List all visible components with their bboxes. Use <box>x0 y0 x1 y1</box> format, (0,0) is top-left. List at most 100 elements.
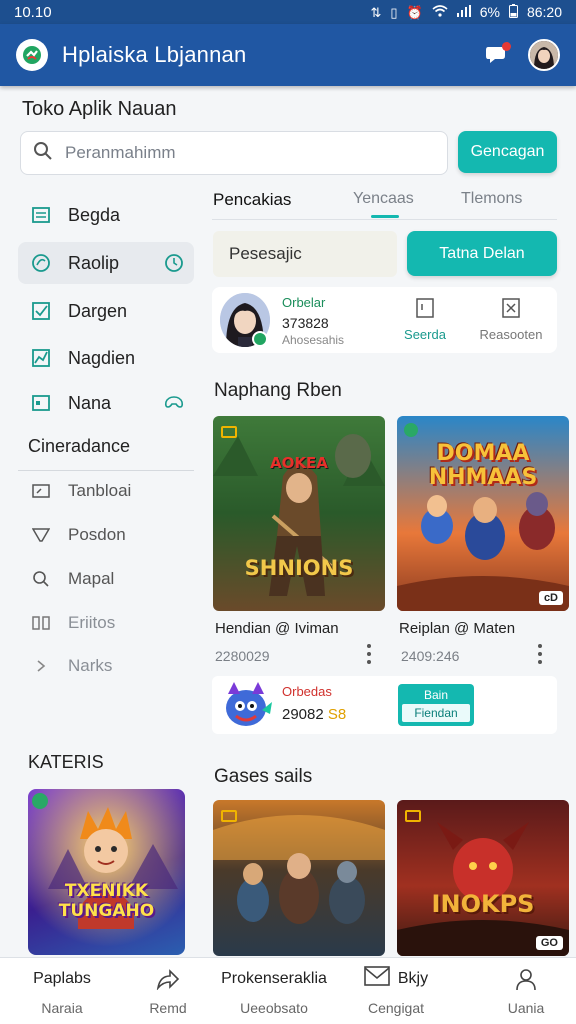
status-time: 10.10 <box>14 3 52 21</box>
clock-icon <box>164 253 184 278</box>
profile-action-reasooten[interactable]: Reasooten <box>471 297 551 342</box>
profile-action-seerda[interactable]: Seerda <box>385 297 465 342</box>
sidebar-item-nagdien[interactable]: Nagdien <box>18 337 194 379</box>
nav-item-remd[interactable]: Remd <box>138 958 198 1024</box>
game-art <box>213 434 385 596</box>
search-icon <box>30 568 52 590</box>
kateris-title: KATERIS <box>28 752 104 772</box>
tab-yencaas[interactable]: Yencaas <box>353 190 414 208</box>
chart-icon <box>30 347 52 369</box>
game-tag: cD <box>538 591 563 605</box>
sidebar-section-head: Cineradance <box>28 436 131 456</box>
game-art-title: INOKPS <box>431 890 535 918</box>
sidebar-sub-item[interactable]: Tanbloai <box>18 472 194 510</box>
avatar[interactable] <box>528 39 560 71</box>
nav-top-label: Prokenseraklia <box>221 969 327 987</box>
nav-item-ueeobsato[interactable]: Prokenseraklia Ueeobsato <box>212 958 336 1024</box>
search-button[interactable]: Gencagan <box>458 131 557 173</box>
game-art-bottom: SHNIONS <box>244 556 354 580</box>
game-badge-icon <box>221 426 237 438</box>
more-icon[interactable] <box>366 644 372 664</box>
tab-pencakias[interactable]: Pencakias <box>213 190 291 210</box>
category-card[interactable]: TXENIKK TUNGAHO <box>28 789 185 955</box>
nav-item-cengigat[interactable]: Bkjy Cengigat <box>356 958 436 1024</box>
game-card[interactable]: DOMAA NHMAAS cD <box>397 416 569 611</box>
checkbox-icon <box>30 300 52 322</box>
sidebar-item-label: Nagdien <box>68 347 136 368</box>
calendar-icon <box>30 392 52 414</box>
game-art <box>397 822 569 956</box>
close-box-icon <box>500 297 522 319</box>
game-card[interactable] <box>213 800 385 956</box>
sidebar-item-nana[interactable]: Nana <box>18 382 194 424</box>
monitor-icon <box>30 480 52 502</box>
signal-icon <box>456 5 471 19</box>
gamepad-icon <box>164 393 184 416</box>
sidebar-sub-item[interactable]: Posdon <box>18 516 194 554</box>
sidebar-sub-item[interactable]: Mapal <box>18 560 194 598</box>
game-card[interactable]: INOKPS GO <box>397 800 569 956</box>
nav-item-naraia[interactable]: Paplabs Naraia <box>30 958 94 1024</box>
mini-highlight: S8 <box>327 706 347 723</box>
mini-game-card[interactable]: Orbedas 29082 S8 Bain Fiendan <box>212 676 557 734</box>
page-title: Toko Aplik Nauan <box>22 98 177 120</box>
game-badge-icon <box>405 810 421 822</box>
sidebar-item-label: Nana <box>68 392 112 413</box>
sidebar-item-label: Dargen <box>68 300 128 321</box>
nav-label: Cengigat <box>367 999 425 1016</box>
nav-item-uania[interactable]: Uania <box>498 958 554 1024</box>
section-title: Gases sails <box>214 766 313 787</box>
tab-tlemons[interactable]: Tlemons <box>461 190 522 208</box>
sidebar-sub-label: Narks <box>68 656 113 675</box>
search-placeholder: Peranmahimm <box>65 143 176 162</box>
profile-name: Orbelar <box>282 295 326 310</box>
search-input[interactable]: Peranmahimm <box>20 131 448 175</box>
sync-icon: ⇅ <box>370 4 382 20</box>
game-art-top: DOMAA NHMAAS <box>428 441 538 490</box>
verified-icon <box>252 331 268 347</box>
nav-top-label: Bkjy <box>397 969 429 987</box>
sidebar-item-label: Raolip <box>68 252 120 273</box>
notification-dot <box>502 42 511 51</box>
mini-action-button[interactable]: Bain Fiendan <box>398 684 474 726</box>
profile-number: 373828 <box>282 315 329 331</box>
nav-label: Naraia <box>41 999 83 1016</box>
promo-button[interactable]: Tatna Delan <box>407 231 557 276</box>
chevron-right-icon <box>30 655 52 677</box>
chat-icon[interactable] <box>480 38 514 72</box>
app-logo-icon[interactable] <box>16 39 48 71</box>
section-title: Naphang Rben <box>214 380 342 401</box>
game-card[interactable]: AOKEA SHNIONS <box>213 416 385 611</box>
sidebar-item-label: Begda <box>68 204 121 225</box>
sidebar-sub-label: Tanbloai <box>68 481 132 500</box>
game-art <box>213 815 385 924</box>
profile-card[interactable]: Orbelar 373828 Ahosesahis Seerda Reasoot… <box>212 287 557 353</box>
profile-sub: Ahosesahis <box>282 333 345 347</box>
more-icon[interactable] <box>537 644 543 664</box>
wifi-icon <box>432 5 448 19</box>
status-clock: 86:20 <box>526 4 562 20</box>
tab-indicator <box>371 215 399 218</box>
app-title: Hplaiska Lbjannan <box>62 42 247 67</box>
profile-action-label: Seerda <box>404 327 446 342</box>
sidebar-item-dargen[interactable]: Dargen <box>18 290 194 332</box>
promo-input[interactable]: Pesesajic <box>213 231 397 277</box>
game-stat: 2280029 <box>215 648 270 664</box>
mail-icon <box>364 965 390 992</box>
alarm-icon: ⏰ <box>406 4 423 20</box>
tab-divider <box>212 219 557 220</box>
mini-number: 29082 S8 <box>282 706 346 723</box>
sidebar-item-begda[interactable]: Begda <box>18 194 194 236</box>
category-card-title: TXENIKK TUNGAHO <box>58 881 155 921</box>
share-icon <box>156 968 180 990</box>
sidebar-sub-item[interactable]: Narks <box>18 647 194 685</box>
nav-top-label: Paplabs <box>33 969 91 987</box>
divider <box>18 470 194 471</box>
battery-icon <box>508 4 518 20</box>
sidebar-item-raolip[interactable]: Raolip <box>18 242 194 284</box>
profile-action-label: Reasooten <box>479 327 543 342</box>
leaf-icon <box>30 252 52 274</box>
sidebar-sub-item[interactable]: Eriitos <box>18 604 194 642</box>
search-icon <box>33 141 53 166</box>
app-bar: Hplaiska Lbjannan <box>0 24 576 86</box>
